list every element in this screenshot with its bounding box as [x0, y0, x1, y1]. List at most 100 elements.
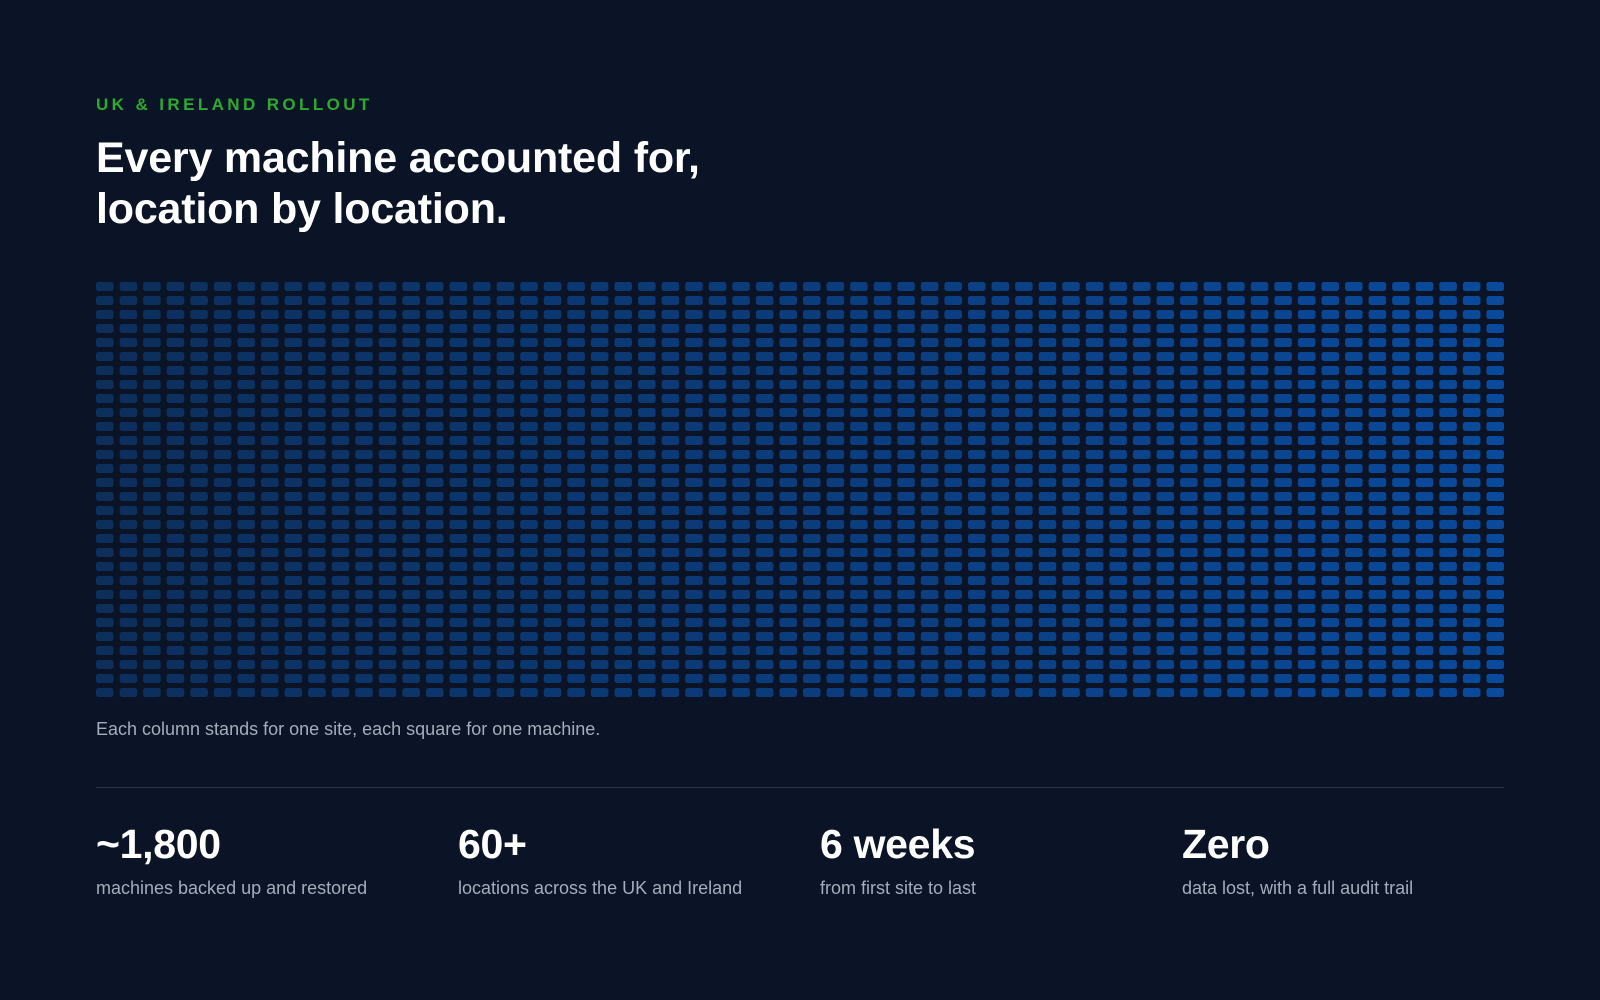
- machine-square: [614, 282, 633, 291]
- machine-square: [449, 492, 468, 501]
- machine-square: [1085, 632, 1104, 641]
- machine-square: [638, 604, 656, 613]
- machine-square: [732, 520, 750, 529]
- machine-square: [567, 450, 585, 459]
- machine-square: [1368, 604, 1387, 613]
- machine-square: [402, 660, 420, 669]
- machine-square: [920, 478, 939, 487]
- machine-square: [614, 576, 633, 585]
- machine-square: [543, 562, 562, 571]
- machine-square: [1415, 436, 1434, 445]
- machine-square: [284, 660, 303, 669]
- machine-square: [96, 478, 114, 487]
- machine-square: [873, 352, 892, 361]
- machine-square: [1203, 492, 1222, 501]
- machine-square: [1015, 604, 1033, 613]
- machine-square: [1462, 688, 1481, 697]
- machine-square: [190, 604, 208, 613]
- machine-square: [331, 296, 350, 305]
- machine-square: [190, 338, 208, 347]
- machine-square: [661, 646, 680, 655]
- machine-square: [190, 478, 208, 487]
- machine-square: [402, 338, 420, 347]
- machine-square: [260, 352, 279, 361]
- machine-square: [1415, 506, 1434, 515]
- machine-square: [331, 548, 350, 557]
- machine-square: [355, 562, 373, 571]
- machine-square: [260, 436, 279, 445]
- machine-square: [614, 464, 633, 473]
- machine-square: [567, 604, 585, 613]
- machine-square: [190, 618, 208, 627]
- machine-square: [685, 436, 703, 445]
- machine-square: [1180, 310, 1198, 319]
- machine-square: [1227, 450, 1245, 459]
- machine-square: [425, 576, 444, 585]
- machine-square: [1297, 646, 1316, 655]
- machine-square: [755, 562, 774, 571]
- machine-square: [355, 618, 373, 627]
- machine-square: [1486, 324, 1504, 333]
- machine-square: [638, 548, 656, 557]
- machine-square: [944, 576, 962, 585]
- machine-square: [708, 464, 727, 473]
- machine-square: [166, 450, 185, 459]
- machine-square: [1392, 380, 1410, 389]
- machine-square: [1132, 492, 1151, 501]
- machine-square: [897, 408, 915, 417]
- machine-square: [567, 464, 585, 473]
- machine-square: [567, 296, 585, 305]
- machine-square: [166, 674, 185, 683]
- machine-square: [755, 408, 774, 417]
- machine-square: [755, 646, 774, 655]
- machine-square: [1227, 436, 1245, 445]
- machine-square: [803, 618, 821, 627]
- machine-square: [190, 492, 208, 501]
- machine-square: [402, 436, 420, 445]
- machine-square: [1297, 408, 1316, 417]
- machine-square: [803, 450, 821, 459]
- machine-square: [1085, 380, 1104, 389]
- machine-square: [143, 534, 161, 543]
- machine-square: [308, 576, 326, 585]
- machine-square: [1392, 310, 1410, 319]
- machine-square: [1345, 366, 1363, 375]
- machine-square: [1085, 590, 1104, 599]
- machine-square: [1368, 352, 1387, 361]
- machine-square: [1015, 688, 1033, 697]
- machine-square: [850, 548, 868, 557]
- machine-square: [1439, 562, 1457, 571]
- machine-square: [732, 548, 750, 557]
- machine-square: [1462, 604, 1481, 613]
- machine-square: [708, 394, 727, 403]
- machine-square: [873, 506, 892, 515]
- machine-square: [425, 604, 444, 613]
- machine-square: [543, 478, 562, 487]
- machine-square: [1062, 282, 1080, 291]
- machine-square: [638, 366, 656, 375]
- machine-square: [1132, 562, 1151, 571]
- machine-square: [1345, 352, 1363, 361]
- machine-square: [991, 604, 1010, 613]
- machine-square: [614, 618, 633, 627]
- machine-square: [1345, 618, 1363, 627]
- machine-square: [685, 562, 703, 571]
- machine-square: [967, 380, 986, 389]
- machine-square: [661, 380, 680, 389]
- machine-square: [1250, 338, 1269, 347]
- machine-square: [803, 674, 821, 683]
- machine-square: [803, 310, 821, 319]
- machine-square: [850, 576, 868, 585]
- machine-square: [590, 338, 609, 347]
- machine-square: [779, 464, 797, 473]
- machine-square: [803, 478, 821, 487]
- machine-square: [1227, 590, 1245, 599]
- machine-square: [213, 352, 232, 361]
- machine-square: [685, 688, 703, 697]
- machine-square: [1486, 576, 1504, 585]
- machine-square: [1415, 632, 1434, 641]
- machine-square: [331, 632, 350, 641]
- machine-square: [143, 618, 161, 627]
- machine-square: [402, 520, 420, 529]
- machine-square: [779, 366, 797, 375]
